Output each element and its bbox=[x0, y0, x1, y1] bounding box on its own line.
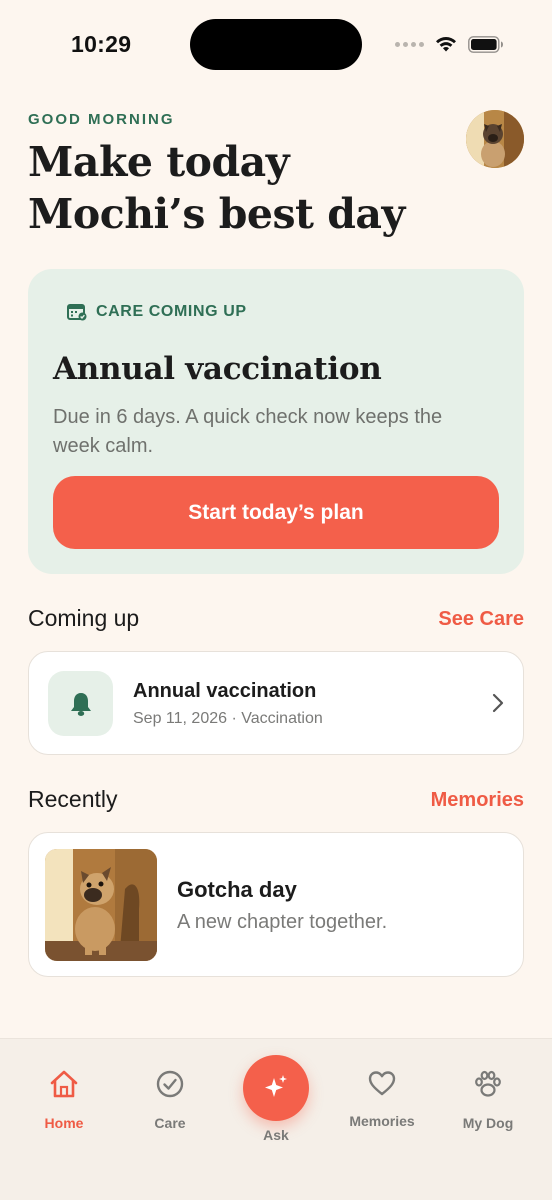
tab-care[interactable]: Care bbox=[122, 1069, 218, 1131]
list-item-title: Annual vaccination bbox=[133, 680, 317, 702]
chevron-right-icon bbox=[492, 693, 504, 713]
care-tag-label: CARE COMING UP bbox=[96, 303, 247, 320]
care-title: Annual vaccination bbox=[53, 351, 382, 387]
memory-title: Gotcha day bbox=[177, 877, 297, 902]
tab-my-dog[interactable]: My Dog bbox=[440, 1069, 536, 1131]
memory-card[interactable]: Gotcha day A new chapter together. bbox=[28, 832, 524, 977]
memory-photo bbox=[45, 849, 157, 961]
tab-label: Memories bbox=[349, 1113, 415, 1129]
status-icons bbox=[395, 35, 504, 53]
list-item[interactable]: Annual vaccination Sep 11, 2026 · Vaccin… bbox=[28, 651, 524, 755]
memories-link[interactable]: Memories bbox=[431, 789, 524, 812]
calendar-check-icon bbox=[67, 304, 87, 321]
heart-icon bbox=[368, 1071, 396, 1096]
care-tag: CARE COMING UP bbox=[67, 303, 247, 321]
paw-icon bbox=[475, 1070, 501, 1097]
wifi-icon bbox=[436, 36, 456, 52]
status-bar: 10:29 bbox=[0, 0, 552, 90]
coming-up-heading: Coming up bbox=[28, 605, 140, 631]
tab-label: Home bbox=[44, 1115, 84, 1131]
tab-memories[interactable]: Memories bbox=[334, 1069, 430, 1129]
care-description: Due in 6 days. A quick check now keeps t… bbox=[53, 406, 443, 457]
tab-bar: Home Care Ask Memories My Dog bbox=[0, 1038, 552, 1200]
care-coming-up-card: CARE COMING UP Annual vaccination Due in… bbox=[28, 269, 524, 574]
bell-icon-box bbox=[48, 671, 113, 736]
check-circle-icon bbox=[156, 1070, 184, 1098]
tab-home[interactable]: Home bbox=[16, 1069, 112, 1131]
memory-subtitle: A new chapter together. bbox=[177, 911, 388, 933]
ask-button[interactable] bbox=[243, 1055, 309, 1121]
cellular-signal-icon bbox=[395, 41, 424, 47]
battery-icon bbox=[468, 35, 503, 53]
bell-icon bbox=[70, 692, 91, 716]
see-care-link[interactable]: See Care bbox=[438, 608, 524, 631]
dog-avatar[interactable] bbox=[466, 110, 524, 168]
start-plan-button[interactable]: Start today’s plan bbox=[53, 476, 499, 549]
page-title: Make today Mochi’s best day bbox=[28, 138, 405, 238]
tab-ask-label[interactable]: Ask bbox=[243, 1127, 309, 1143]
status-time: 10:29 bbox=[71, 31, 132, 57]
tab-label: Care bbox=[154, 1115, 186, 1131]
home-icon bbox=[50, 1070, 78, 1098]
recently-heading: Recently bbox=[28, 786, 118, 812]
list-item-subtitle: Sep 11, 2026 · Vaccination bbox=[133, 710, 323, 727]
dynamic-island bbox=[190, 19, 362, 70]
sparkle-icon bbox=[265, 1075, 287, 1097]
tab-label: My Dog bbox=[462, 1115, 514, 1131]
greeting-label: GOOD MORNING bbox=[28, 111, 175, 128]
